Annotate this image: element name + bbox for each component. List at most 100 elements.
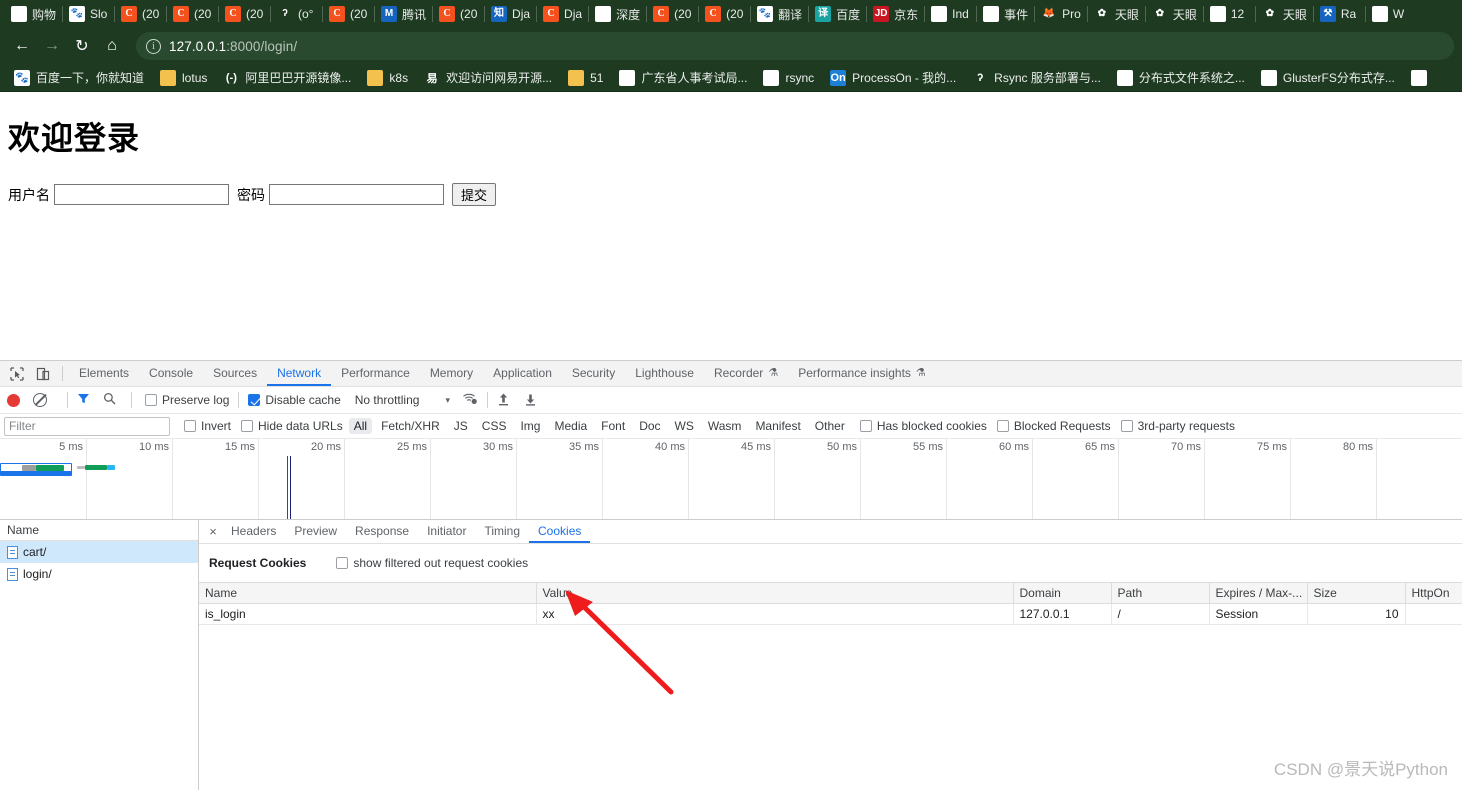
browser-tab[interactable]: JD 京东 [866, 0, 924, 28]
reload-icon[interactable]: ↻ [68, 32, 96, 60]
has-blocked-cookies-checkbox[interactable]: Has blocked cookies [859, 419, 987, 433]
export-har-icon[interactable] [524, 392, 537, 409]
search-icon[interactable] [103, 392, 116, 408]
browser-tab[interactable]: C (20 [114, 0, 166, 28]
import-har-icon[interactable] [497, 392, 510, 409]
address-bar[interactable]: i 127.0.0.1:8000/login/ [136, 32, 1454, 60]
bookmark-item[interactable]: k8s [359, 67, 416, 89]
request-row[interactable]: login/ [0, 563, 198, 585]
submit-button[interactable]: 提交 [452, 183, 497, 206]
table-column-header[interactable]: Path [1111, 582, 1210, 604]
show-filtered-cookies-checkbox[interactable]: show filtered out request cookies [336, 556, 528, 570]
bookmark-item[interactable]: ⊕ [1403, 67, 1435, 89]
throttling-select[interactable]: No throttling ▾ [355, 393, 450, 407]
inspect-element-icon[interactable] [4, 361, 30, 386]
bookmark-item[interactable]: 易欢迎访问网易开源... [416, 67, 560, 89]
table-row[interactable]: is_login xx 127.0.0.1/Session 10 [199, 603, 1462, 625]
preserve-log-checkbox[interactable]: Preserve log [145, 393, 229, 407]
resource-type-filter-doc[interactable]: Doc [634, 418, 665, 434]
request-list-header[interactable]: Name [0, 520, 198, 541]
filter-input[interactable] [4, 416, 170, 436]
devtools-tab-memory[interactable]: Memory [420, 361, 483, 386]
browser-tab[interactable]: C (20 [698, 0, 750, 28]
devtools-tab-performance[interactable]: Performance [331, 361, 420, 386]
browser-tab[interactable]: C (20 [166, 0, 218, 28]
devtools-tab-network[interactable]: Network [267, 361, 332, 386]
table-column-header[interactable]: HttpOn [1405, 582, 1462, 604]
browser-tab[interactable]: ⊕ 购物 [4, 0, 62, 28]
bookmark-item[interactable]: 51 [560, 67, 611, 89]
resource-type-filter-all[interactable]: All [348, 418, 373, 434]
browser-tab[interactable]: ⊕ 12 [1202, 0, 1255, 28]
table-column-header[interactable]: Name [199, 582, 537, 604]
table-column-header[interactable]: Domain [1013, 582, 1112, 604]
detail-tab-cookies[interactable]: Cookies [529, 520, 591, 543]
record-icon[interactable] [7, 393, 20, 407]
resource-type-filter-wasm[interactable]: Wasm [703, 418, 747, 434]
browser-tab[interactable]: ⚒ Ra [1312, 0, 1365, 28]
forward-icon[interactable]: → [38, 32, 66, 60]
browser-tab[interactable]: ✿ 天眼 [1144, 0, 1203, 28]
devtools-tab-performance-insights[interactable]: Performance insights ⚗ [788, 361, 936, 386]
bookmark-item[interactable]: 🐾 百度一下，你就知道 [6, 67, 152, 89]
detail-tab-headers[interactable]: Headers [222, 520, 285, 543]
resource-type-filter-ws[interactable]: WS [670, 418, 699, 434]
filter-icon[interactable] [77, 392, 90, 408]
browser-tab[interactable]: 知 Dja [484, 0, 536, 28]
devtools-tab-application[interactable]: Application [483, 361, 562, 386]
resource-type-filter-css[interactable]: CSS [477, 418, 512, 434]
site-info-icon[interactable]: i [146, 38, 161, 54]
table-column-header[interactable]: Expires / Max-... [1209, 582, 1308, 604]
resource-type-filter-js[interactable]: JS [449, 418, 473, 434]
devtools-tab-console[interactable]: Console [139, 361, 203, 386]
bookmark-item[interactable]: ʔ Rsync 服务部署与... [964, 67, 1109, 89]
clear-icon[interactable] [33, 393, 47, 407]
device-toolbar-icon[interactable] [30, 361, 56, 386]
password-input[interactable] [269, 184, 444, 205]
username-input[interactable] [54, 184, 229, 205]
browser-tab[interactable]: C (20 [322, 0, 374, 28]
devtools-tab-sources[interactable]: Sources [203, 361, 267, 386]
disable-cache-checkbox[interactable]: Disable cache [248, 393, 341, 407]
detail-tab-preview[interactable]: Preview [285, 520, 346, 543]
browser-tab[interactable]: ✿ 天眼 [1254, 0, 1313, 28]
bookmark-item[interactable]: On ProcessOn - 我的... [822, 67, 964, 89]
table-column-header[interactable]: Size [1307, 582, 1406, 604]
browser-tab[interactable]: ⊕ W [1364, 0, 1417, 28]
browser-tab[interactable]: C (20 [646, 0, 698, 28]
resource-type-filter-fetch-xhr[interactable]: Fetch/XHR [376, 418, 445, 434]
devtools-tab-recorder[interactable]: Recorder ⚗ [704, 361, 788, 386]
third-party-requests-checkbox[interactable]: 3rd-party requests [1120, 419, 1235, 433]
browser-tab[interactable]: ʔ (o° [270, 0, 322, 28]
browser-tab[interactable]: ⊕ Ind [924, 0, 976, 28]
invert-checkbox[interactable]: Invert [184, 419, 231, 433]
detail-tab-timing[interactable]: Timing [475, 520, 529, 543]
resource-type-filter-manifest[interactable]: Manifest [750, 418, 805, 434]
bookmark-item[interactable]: (-) 阿里巴巴开源镜像... [215, 67, 359, 89]
browser-tab[interactable]: C Dja [536, 0, 588, 28]
browser-tab[interactable]: 译百度 [808, 0, 866, 28]
browser-tab[interactable]: C (20 [218, 0, 270, 28]
resource-type-filter-other[interactable]: Other [810, 418, 850, 434]
browser-tab[interactable]: M 腾讯 [374, 0, 432, 28]
back-icon[interactable]: ← [8, 32, 36, 60]
blocked-requests-checkbox[interactable]: Blocked Requests [996, 419, 1111, 433]
bookmark-item[interactable]: ⊕ 分布式文件系统之... [1109, 67, 1253, 89]
resource-type-filter-font[interactable]: Font [596, 418, 630, 434]
bookmark-item[interactable]: ⊕ rsync [755, 67, 822, 89]
request-row[interactable]: cart/ [0, 541, 198, 563]
devtools-tab-lighthouse[interactable]: Lighthouse [625, 361, 704, 386]
network-conditions-icon[interactable] [462, 392, 478, 408]
browser-tab[interactable]: 🐾 翻译 [750, 0, 808, 28]
browser-tab[interactable]: ✿ 天眼 [1086, 0, 1145, 28]
browser-tab[interactable]: 🐾 Slo [62, 0, 114, 28]
bookmark-item[interactable]: lotus [152, 67, 215, 89]
resource-type-filter-media[interactable]: Media [549, 418, 592, 434]
network-overview-timeline[interactable]: 5 ms 10 ms 15 ms 20 ms 25 ms 30 ms 35 ms 40 ms 4… [0, 439, 1462, 520]
browser-tab[interactable]: ⊕ 事件 [976, 0, 1034, 28]
browser-tab[interactable]: 🦊 Pro [1034, 0, 1087, 28]
browser-tab[interactable]: ⊕ 深度 [588, 0, 646, 28]
devtools-tab-elements[interactable]: Elements [69, 361, 139, 386]
browser-tab[interactable]: C (20 [432, 0, 484, 28]
home-icon[interactable]: ⌂ [98, 32, 126, 60]
